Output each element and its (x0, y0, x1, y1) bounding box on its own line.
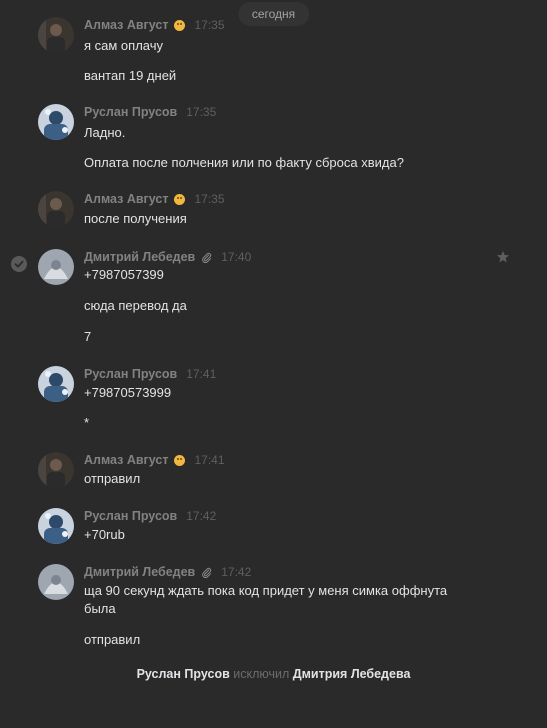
service-actor[interactable]: Руслан Прусов (137, 667, 230, 681)
avatar[interactable] (38, 452, 74, 488)
paperclip-icon (201, 567, 212, 578)
message-time[interactable]: 17:41 (194, 453, 224, 467)
date-divider: сегодня (237, 2, 310, 26)
message-time[interactable]: 17:35 (194, 192, 224, 206)
service-target[interactable]: Дмитрия Лебедева (293, 667, 411, 681)
avatar[interactable] (38, 17, 74, 53)
message-text: ща 90 секунд ждать пока код придет у мен… (84, 583, 448, 616)
message-meta: Дмитрий Лебедев 17:42 (84, 564, 251, 580)
message-meta: Руслан Прусов 17:41 (84, 366, 216, 382)
message-text: отправил (84, 632, 141, 647)
author-name[interactable]: Дмитрий Лебедев (84, 250, 195, 264)
message-meta: Руслан Прусов 17:35 (84, 104, 216, 120)
avatar[interactable] (38, 191, 74, 227)
message-time[interactable]: 17:35 (186, 105, 216, 119)
message-meta: Дмитрий Лебедев 17:40 (84, 249, 251, 265)
message-time[interactable]: 17:35 (194, 18, 224, 32)
message-time[interactable]: 17:42 (186, 509, 216, 523)
paperclip-icon (201, 252, 212, 263)
author-name[interactable]: Руслан Прусов (84, 509, 177, 523)
avatar[interactable] (38, 104, 74, 140)
avatar[interactable] (38, 366, 74, 402)
service-message: Руслан Прусов исключил Дмитрия Лебедева (0, 667, 547, 681)
author-name[interactable]: Алмаз Август (84, 18, 168, 32)
check-circle-icon[interactable] (11, 256, 27, 272)
message-meta: Алмаз Август 17:35 (84, 191, 225, 207)
message-time[interactable]: 17:42 (221, 565, 251, 579)
smiley-emoji-icon (174, 193, 186, 205)
message-text: сюда перевод да (84, 298, 187, 313)
star-icon[interactable] (496, 250, 510, 264)
message-text: 7 (84, 329, 92, 344)
author-name[interactable]: Алмаз Август (84, 453, 168, 467)
smiley-emoji-icon (174, 454, 186, 466)
message-text: вантап 19 дней (84, 68, 177, 83)
avatar[interactable] (38, 564, 74, 600)
author-name[interactable]: Руслан Прусов (84, 367, 177, 381)
message-meta: Алмаз Август 17:41 (84, 452, 225, 468)
message-time[interactable]: 17:41 (186, 367, 216, 381)
message-text: после получения (84, 211, 187, 226)
message-text: Оплата после полчения или по факту сброс… (84, 155, 404, 170)
service-action: исключил (233, 667, 290, 681)
message-time[interactable]: 17:40 (221, 250, 251, 264)
message-text: Ладно. (84, 125, 126, 140)
message-text: +70rub (84, 527, 125, 542)
message-text: * (84, 415, 90, 430)
smiley-emoji-icon (174, 19, 186, 31)
message-meta: Алмаз Август 17:35 (84, 17, 225, 33)
message-text: я сам оплачу (84, 38, 164, 53)
avatar[interactable] (38, 249, 74, 285)
message-meta: Руслан Прусов 17:42 (84, 508, 216, 524)
author-name[interactable]: Руслан Прусов (84, 105, 177, 119)
message-text: отправил (84, 471, 141, 486)
message-text: +7987057399 (84, 267, 164, 282)
author-name[interactable]: Алмаз Август (84, 192, 168, 206)
avatar[interactable] (38, 508, 74, 544)
message-text: +79870573999 (84, 385, 172, 400)
author-name[interactable]: Дмитрий Лебедев (84, 565, 195, 579)
